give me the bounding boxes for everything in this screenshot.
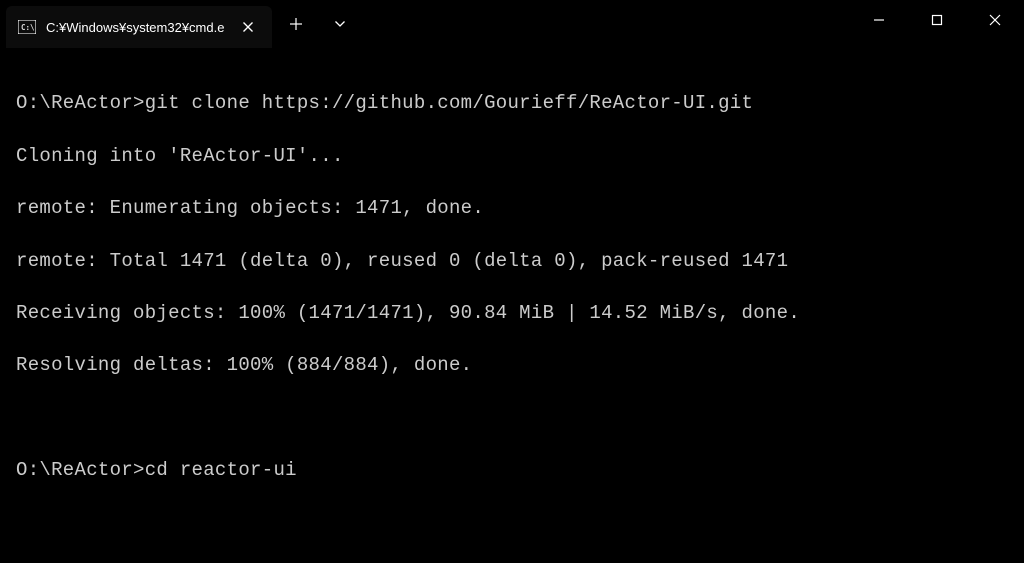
chevron-down-icon — [334, 20, 346, 28]
title-bar: C:\ C:¥Windows¥system32¥cmd.e — [0, 0, 1024, 48]
close-tab-button[interactable] — [234, 13, 262, 41]
terminal-line — [16, 510, 1010, 536]
close-icon — [242, 21, 254, 33]
close-icon — [989, 14, 1001, 26]
terminal-line: O:\ReActor>cd reactor-ui — [16, 457, 1010, 483]
window-controls — [850, 0, 1024, 48]
terminal-line: remote: Total 1471 (delta 0), reused 0 (… — [16, 248, 1010, 274]
maximize-icon — [931, 14, 943, 26]
terminal-line: Resolving deltas: 100% (884/884), done. — [16, 352, 1010, 378]
terminal-line: Receiving objects: 100% (1471/1471), 90.… — [16, 300, 1010, 326]
tab-dropdown-button[interactable] — [320, 4, 360, 44]
tab-title: C:¥Windows¥system32¥cmd.e — [46, 20, 224, 35]
minimize-icon — [873, 14, 885, 26]
terminal-output[interactable]: O:\ReActor>git clone https://github.com/… — [0, 48, 1024, 563]
active-tab[interactable]: C:\ C:¥Windows¥system32¥cmd.e — [6, 6, 272, 48]
terminal-line: remote: Enumerating objects: 1471, done. — [16, 195, 1010, 221]
close-window-button[interactable] — [966, 0, 1024, 40]
minimize-button[interactable] — [850, 0, 908, 40]
plus-icon — [289, 17, 303, 31]
terminal-line — [16, 405, 1010, 431]
maximize-button[interactable] — [908, 0, 966, 40]
terminal-line: Cloning into 'ReActor-UI'... — [16, 143, 1010, 169]
new-tab-button[interactable] — [276, 4, 316, 44]
cmd-icon: C:\ — [18, 20, 36, 34]
svg-text:C:\: C:\ — [21, 23, 35, 32]
terminal-line: O:\ReActor>git clone https://github.com/… — [16, 90, 1010, 116]
